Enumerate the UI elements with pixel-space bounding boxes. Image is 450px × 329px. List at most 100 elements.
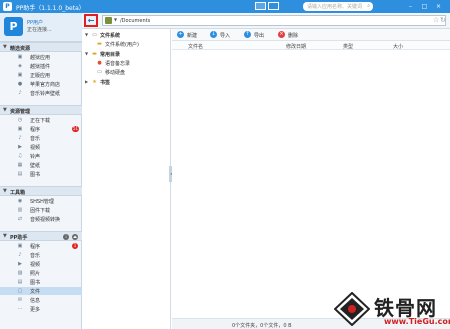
- sidebar-item-label: 程序: [30, 127, 41, 133]
- section-title: PP助手: [10, 235, 28, 241]
- section-featured[interactable]: ▼ 精选资源: [0, 42, 82, 52]
- sidebar-item-device-files[interactable]: ▢ 文件: [0, 287, 82, 295]
- sidebar-item-label: 图书: [30, 172, 41, 178]
- close-button[interactable]: ×: [434, 2, 443, 11]
- column-header-name[interactable]: 文件名: [188, 43, 203, 50]
- wallpaper-icon: ▦: [17, 162, 23, 168]
- message-icon: ✉: [17, 297, 23, 303]
- sidebar-item-label: 苹果官方商店: [30, 82, 61, 88]
- sidebar-item-label: 越狱应用: [30, 55, 51, 61]
- window-title: PP助手（1.1.1.0_beta）: [16, 5, 85, 12]
- tree-node-bookmarks[interactable]: ▶ ★ 书签: [82, 78, 171, 86]
- sidebar-item-wallpapers[interactable]: ▦ 壁纸: [0, 161, 82, 169]
- avatar[interactable]: P: [4, 17, 23, 36]
- sidebar-item-label: 图书: [30, 280, 41, 286]
- section-device[interactable]: ▼ PP助手 i ⏏: [0, 231, 82, 241]
- book-icon: ▤: [17, 171, 23, 177]
- expand-arrow-icon[interactable]: ▼: [85, 32, 88, 37]
- profile-name[interactable]: PP用户: [27, 19, 43, 26]
- folder-tree: ▼ ▭ 文件系统 ▬ 文件系统(用户) ▼ ▬ 常用目录 ● 语音备忘录 ▭ 移…: [82, 29, 171, 329]
- file-icon: ▢: [17, 288, 23, 294]
- refresh-icon[interactable]: ↻: [440, 16, 446, 24]
- plugin-icon: ◈: [18, 63, 22, 69]
- current-path: /Documents: [120, 18, 151, 24]
- sidebar-item-label: 正版应用: [30, 73, 51, 79]
- sidebar-item-label: SHSH管理: [30, 199, 54, 205]
- sidebar-item-label: 照片: [30, 271, 41, 277]
- section-toolbox[interactable]: ▼ 工具箱: [0, 186, 82, 196]
- sidebar-item-device-photos[interactable]: ▨ 照片: [0, 269, 82, 277]
- search-icon[interactable]: ⌕: [367, 3, 370, 9]
- collapse-arrow-icon[interactable]: ▼: [3, 188, 7, 194]
- tree-node-voice-memos[interactable]: ● 语音备忘录: [82, 59, 171, 67]
- tree-node-common-dirs[interactable]: ▼ ▬ 常用目录: [82, 50, 171, 58]
- tree-node-label: 文件系统: [100, 33, 121, 39]
- sidebar-item-av-convert[interactable]: ⇄ 音频视频转换: [0, 215, 82, 223]
- file-list[interactable]: [172, 50, 450, 315]
- column-header-size[interactable]: 大小: [393, 43, 403, 50]
- eject-icon[interactable]: ⏏: [72, 234, 78, 240]
- tree-node-file-system[interactable]: ▼ ▭ 文件系统: [82, 31, 171, 39]
- path-input[interactable]: ▼ /Documents ☆ ↻: [102, 15, 446, 26]
- sidebar-item-device-programs[interactable]: ▣ 程序 1: [0, 242, 82, 250]
- search-input[interactable]: 请输入应用名称、关键词 ⌕: [303, 2, 373, 11]
- column-header-type[interactable]: 类型: [343, 43, 353, 50]
- path-dropdown-icon[interactable]: ▼: [114, 17, 117, 22]
- sidebar-item-label: 视频: [30, 145, 41, 151]
- sidebar-item-device-messages[interactable]: ✉ 信息: [0, 296, 82, 304]
- sidebar-item-firmware[interactable]: ▥ 固件下载: [0, 206, 82, 214]
- music-icon: ♪: [18, 90, 22, 96]
- count-badge: 51: [72, 126, 80, 132]
- sidebar-item-device-video[interactable]: ▶ 视频: [0, 260, 82, 268]
- sidebar-item-device-books[interactable]: ▤ 图书: [0, 278, 82, 286]
- profile-panel[interactable]: P PP用户 正在连接...: [0, 13, 82, 42]
- expand-arrow-icon[interactable]: ▼: [85, 51, 88, 56]
- sidebar-item-video[interactable]: ▶ 视频: [0, 143, 82, 151]
- grid-view-button[interactable]: [268, 2, 279, 10]
- sidebar-item-ringtones[interactable]: ♫ 铃声: [0, 152, 82, 160]
- sidebar-item-books[interactable]: ▤ 图书: [0, 170, 82, 178]
- sidebar-item-official-apps[interactable]: ▣ 正版应用: [0, 71, 82, 79]
- collapse-arrow-icon[interactable]: ▼: [3, 233, 7, 239]
- collapse-arrow-icon[interactable]: ▼: [3, 44, 7, 50]
- watermark: 铁骨网 www.TieGu.com: [334, 290, 450, 329]
- sidebar-item-downloading[interactable]: ◷ 正在下载: [0, 116, 82, 124]
- sidebar-item-label: 壁纸: [30, 163, 41, 169]
- folder-icon: ▬: [92, 51, 97, 57]
- section-resource-management[interactable]: ▼ 资源管理: [0, 105, 82, 115]
- sidebar-item-music[interactable]: ♪ 音乐: [0, 134, 82, 142]
- device-info-icon[interactable]: i: [63, 234, 69, 240]
- video-icon: ▶: [18, 144, 22, 150]
- sidebar-item-label: 视频: [30, 262, 41, 268]
- back-button[interactable]: ←: [84, 14, 98, 27]
- tree-node-label: 语音备忘录: [105, 61, 131, 67]
- column-header-modified[interactable]: 修改日期: [286, 43, 306, 50]
- book-icon: ▤: [17, 279, 23, 285]
- tree-node-label: 书签: [100, 80, 111, 86]
- device-icon: [105, 17, 112, 24]
- sidebar-item-shsh[interactable]: ◉ SHSH管理: [0, 197, 82, 205]
- sidebar-item-jailbreak-plugins[interactable]: ◈ 越狱插件: [0, 62, 82, 70]
- bookmark-icon: ★: [92, 79, 97, 85]
- maximize-button[interactable]: □: [420, 2, 429, 11]
- sidebar-item-device-music[interactable]: ♪ 音乐: [0, 251, 82, 259]
- collapse-arrow-icon[interactable]: ▼: [3, 107, 7, 113]
- list-view-button[interactable]: [255, 2, 266, 10]
- tree-node-user-file-system[interactable]: ▬ 文件系统(用户): [82, 40, 171, 48]
- app-icon: ▣: [17, 126, 23, 132]
- minimize-button[interactable]: –: [406, 2, 415, 11]
- sidebar-item-device-more[interactable]: ⋯ 更多: [0, 305, 82, 313]
- section-title: 资源管理: [10, 109, 31, 115]
- tree-node-mobile-drive[interactable]: ▭ 移动硬盘: [82, 68, 171, 76]
- sidebar-item-label: 固件下载: [30, 208, 51, 214]
- sidebar-item-label: 音乐铃声壁纸: [30, 91, 61, 97]
- sidebar: P PP用户 正在连接... ▼ 精选资源 ▣ 越狱应用 ◈ 越狱插件 ▣ 正版应用 …: [0, 13, 82, 329]
- sidebar-item-jailbreak-apps[interactable]: ▣ 越狱应用: [0, 53, 82, 61]
- favorite-star-icon[interactable]: ☆: [433, 16, 439, 24]
- watermark-logo-icon: [334, 292, 370, 326]
- expand-arrow-icon[interactable]: ▶: [85, 79, 88, 84]
- sidebar-item-music-ringtone-wallpaper[interactable]: ♪ 音乐铃声壁纸: [0, 89, 82, 97]
- sidebar-item-app-store[interactable]: ● 苹果官方商店: [0, 80, 82, 88]
- sidebar-item-programs[interactable]: ▣ 程序 51: [0, 125, 82, 133]
- video-icon: ▶: [18, 261, 22, 267]
